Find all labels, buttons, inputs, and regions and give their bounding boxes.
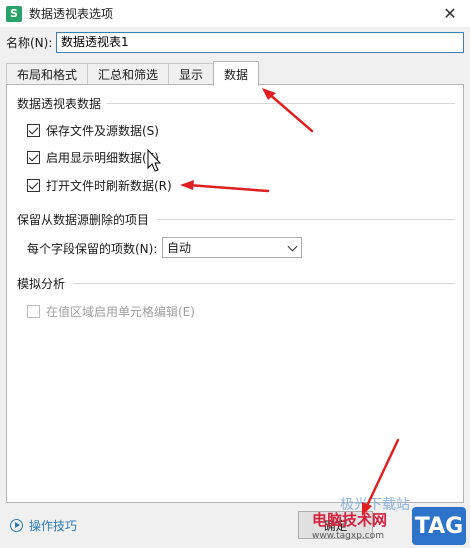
chevron-down-icon (287, 241, 298, 252)
option-enable-cell-editing: 在值区域启用单元格编辑(E) (27, 303, 195, 320)
group-title-what-if: 模拟分析 (17, 277, 66, 291)
watermark: 电脑技术网 www.tagxp.com TAG (312, 505, 468, 547)
group-divider (107, 103, 455, 104)
checkbox[interactable] (27, 124, 40, 137)
close-icon: ✕ (443, 3, 457, 23)
name-input[interactable]: 数据透视表1 (56, 32, 464, 53)
tab-bar: 布局和格式 汇总和筛选 显示 数据 (6, 61, 260, 86)
option-label: 启用显示明细数据(E) (46, 151, 159, 165)
checkbox (27, 305, 40, 318)
name-label: 名称(N): (6, 35, 53, 50)
retain-items-label: 每个字段保留的项数(N): (27, 242, 158, 256)
group-divider (157, 219, 455, 220)
checkbox[interactable] (27, 151, 40, 164)
watermark-tag-logo: TAG (412, 507, 466, 545)
select-value: 自动 (167, 241, 192, 255)
group-title-pivot-data: 数据透视表数据 (17, 97, 102, 111)
app-icon: S (6, 5, 22, 22)
tab-display[interactable]: 显示 (168, 63, 215, 85)
option-refresh-on-open[interactable]: 打开文件时刷新数据(R) (27, 177, 172, 194)
retain-items-select[interactable]: 自动 (162, 237, 302, 258)
title-bar: S 数据透视表选项 ✕ (0, 0, 470, 27)
group-title-retain-items: 保留从数据源删除的项目 (17, 213, 150, 227)
close-button[interactable]: ✕ (440, 3, 460, 23)
option-label: 在值区域启用单元格编辑(E) (46, 305, 195, 319)
watermark-site-name: 电脑技术网 (312, 511, 388, 529)
tab-layout-format[interactable]: 布局和格式 (6, 63, 89, 85)
tips-label: 操作技巧 (29, 519, 78, 533)
tab-totals-filters[interactable]: 汇总和筛选 (87, 63, 170, 85)
group-divider (73, 283, 455, 284)
tips-link[interactable]: 操作技巧 (10, 517, 77, 534)
tab-panel-data: 数据透视表数据 保存文件及源数据(S) 启用显示明细数据(E) 打开文件时刷新数… (6, 84, 464, 503)
watermark-url: www.tagxp.com (312, 531, 384, 541)
tab-data[interactable]: 数据 (213, 61, 260, 86)
option-label: 打开文件时刷新数据(R) (46, 179, 172, 193)
option-save-source-data[interactable]: 保存文件及源数据(S) (27, 122, 159, 139)
option-label: 保存文件及源数据(S) (46, 124, 159, 138)
window-title: 数据透视表选项 (29, 7, 114, 21)
option-enable-show-details[interactable]: 启用显示明细数据(E) (27, 149, 159, 166)
checkbox[interactable] (27, 179, 40, 192)
play-icon (10, 519, 23, 532)
name-row: 名称(N): (6, 31, 52, 53)
